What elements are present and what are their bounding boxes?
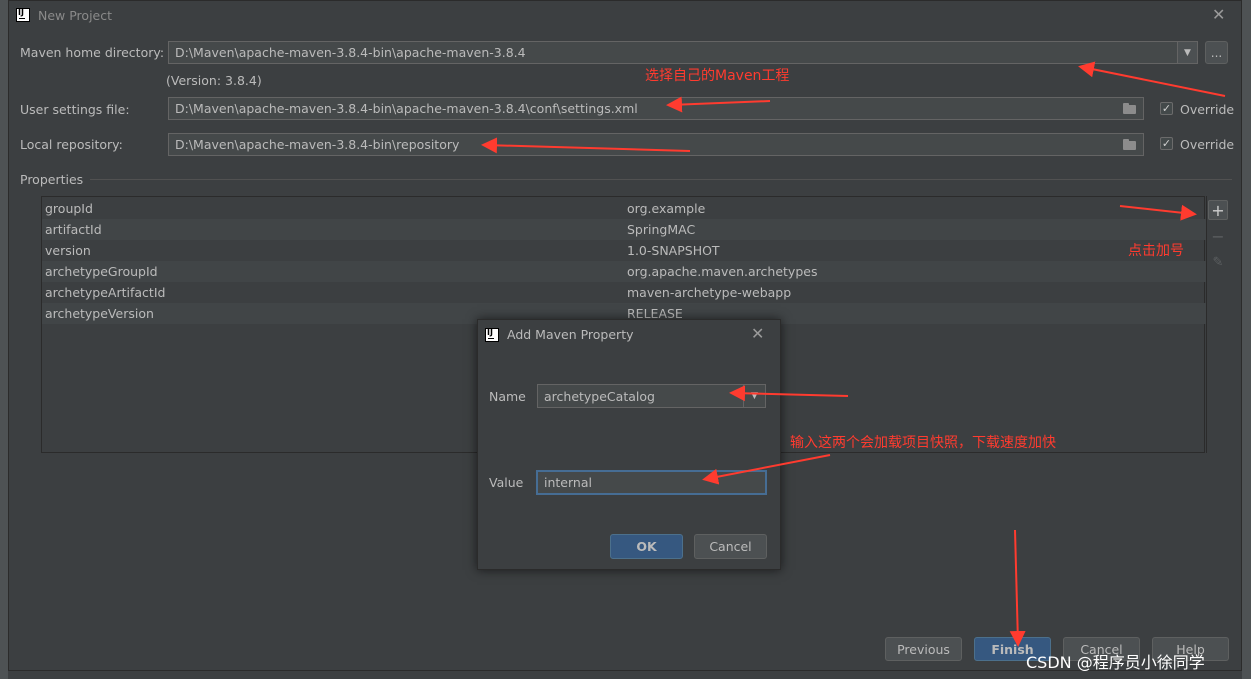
arrow-line: [1078, 61, 1226, 97]
arrow-line: [1119, 204, 1197, 221]
arrow-line: [481, 137, 691, 154]
watermark-text: CSDN @程序员小徐同学: [1026, 653, 1205, 672]
arrow-line: [666, 96, 771, 113]
arrow-line: [729, 385, 849, 402]
arrow-line: [702, 454, 831, 485]
arrow-line: [1009, 529, 1026, 647]
annotation-arrows: [481, 61, 1226, 647]
